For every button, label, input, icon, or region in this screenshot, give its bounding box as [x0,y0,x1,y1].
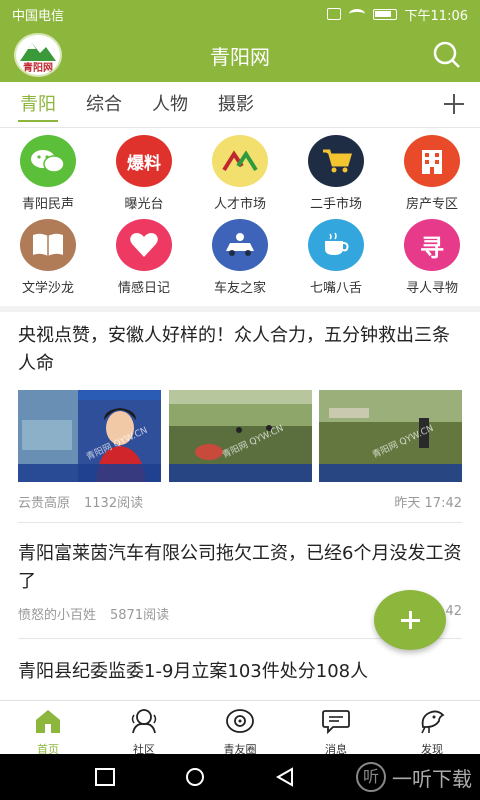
wechat-icon [20,135,76,187]
article-thumbnail[interactable]: 青阳网 QYW.CN [18,390,161,482]
wifi-icon [348,9,365,19]
battery-icon [372,8,397,20]
carrier-label: 中国电信 [12,8,65,24]
section-divider [0,306,480,312]
article-headline[interactable]: 青阳富莱茵汽车有限公司拖欠工资，已经6个月没发工资了 [18,540,462,596]
app-title: 青阳网 [210,44,270,69]
nav-home[interactable]: 首页 [0,701,96,756]
bottom-nav: 首页 社区 青友圈 消息 发现 [0,700,480,756]
article-time: 42 [445,604,462,619]
friends-circle-icon [226,709,254,733]
river-scene-image: 青阳网 QYW.CN [319,390,462,482]
book-icon [20,219,76,271]
tab-people[interactable]: 人物 [152,82,188,128]
category-second-hand[interactable]: 二手市场 [288,133,384,213]
category-label: 青阳民声 [21,197,74,212]
nav-discover[interactable]: 发现 [384,701,480,756]
article-time: 昨天 17:42 [394,496,462,511]
category-label: 车友之家 [213,281,266,296]
watermark-logo: 听 [356,762,386,792]
article-card[interactable]: 央视点赞，安徽人好样的！众人合力，五分钟救出三条人命 青阳网 QYW.CN 青阳… [18,322,462,511]
category-lost-found[interactable]: 寻 寻人寻物 [384,217,480,297]
article-meta: 云贵高原 1132阅读 昨天 17:42 [18,492,462,511]
category-car-club[interactable]: 车友之家 [192,217,288,297]
article-divider [18,522,462,523]
category-label: 房产专区 [405,197,458,212]
article-thumbnails: 青阳网 QYW.CN 青阳网 QYW.CN 青阳网 QYW.CN [18,390,462,482]
article-reads: 5871阅读 [110,608,170,623]
category-label: 寻人寻物 [405,281,458,296]
article-source: 愤怒的小百姓 [18,608,97,623]
category-label: 七嘴八舌 [309,281,362,296]
mountain-logo-icon: 青阳网 [20,43,56,74]
compose-button[interactable] [374,590,446,650]
app-logo[interactable]: 青阳网 [14,33,62,77]
article-source: 云贵高原 [18,496,71,511]
clock: 下午11:06 [404,8,468,24]
home-button-icon[interactable] [184,767,206,787]
home-icon [36,710,60,733]
news-anchor-image: 青阳网 QYW.CN [18,390,161,482]
nav-community[interactable]: 社区 [96,701,192,756]
message-icon [322,710,350,735]
system-nav-bar: 听 一听下载 [0,754,480,800]
cart-icon [308,135,364,187]
category-qingyang-voice[interactable]: 青阳民声 [0,133,96,213]
heart-icon [116,219,172,271]
recent-apps-icon[interactable] [94,767,116,787]
article-headline[interactable]: 央视点赞，安徽人好样的！众人合力，五分钟救出三条人命 [18,322,462,378]
watermark-text: 一听下载 [392,766,472,791]
article-card[interactable]: 青阳县纪委监委1-9月立案103件处分108人 [18,658,462,686]
coffee-icon [308,219,364,271]
talent-icon [212,135,268,187]
nav-friends-circle[interactable]: 青友圈 [192,701,288,756]
category-grid: 青阳民声 爆料 曝光台 人才市场 二手市场 房产专区 文学沙龙 情感日记 车友之… [0,133,480,303]
back-icon[interactable] [274,767,296,787]
article-headline[interactable]: 青阳县纪委监委1-9月立案103件处分108人 [18,658,462,686]
tab-general[interactable]: 综合 [86,82,122,128]
category-talent-market[interactable]: 人才市场 [192,133,288,213]
add-channel-icon[interactable] [444,94,464,114]
watermark: 听 一听下载 [356,762,472,792]
vibrate-icon [326,8,341,20]
category-label: 情感日记 [117,281,170,296]
car-icon [212,219,268,271]
search-person-icon: 寻 [404,219,460,271]
article-reads: 1132阅读 [84,496,144,511]
exposure-icon: 爆料 [116,135,172,187]
category-label: 人才市场 [213,197,266,212]
nav-messages[interactable]: 消息 [288,701,384,756]
app-header: 青阳网 青阳网 [0,28,480,82]
category-label: 文学沙龙 [21,281,74,296]
search-icon[interactable] [432,40,462,70]
category-diary[interactable]: 情感日记 [96,217,192,297]
category-label: 曝光台 [124,197,164,212]
svg-text:青阳网: 青阳网 [23,61,53,74]
tab-photography[interactable]: 摄影 [218,82,254,128]
category-exposure[interactable]: 爆料 曝光台 [96,133,192,213]
article-thumbnail[interactable]: 青阳网 QYW.CN [319,390,462,482]
building-icon [404,135,460,187]
status-bar: 中国电信 下午11:06 [0,0,480,28]
discover-icon [421,710,445,734]
category-label: 二手市场 [309,197,362,212]
community-icon [131,709,157,734]
article-thumbnail[interactable]: 青阳网 QYW.CN [168,390,312,482]
category-literature[interactable]: 文学沙龙 [0,217,96,297]
pond-rescue-image: 青阳网 QYW.CN [168,390,312,482]
tab-qingyang[interactable]: 青阳 [18,82,58,128]
category-real-estate[interactable]: 房产专区 [384,133,480,213]
category-chit-chat[interactable]: 七嘴八舌 [288,217,384,297]
channel-tabs: 青阳 综合 人物 摄影 [0,82,480,128]
